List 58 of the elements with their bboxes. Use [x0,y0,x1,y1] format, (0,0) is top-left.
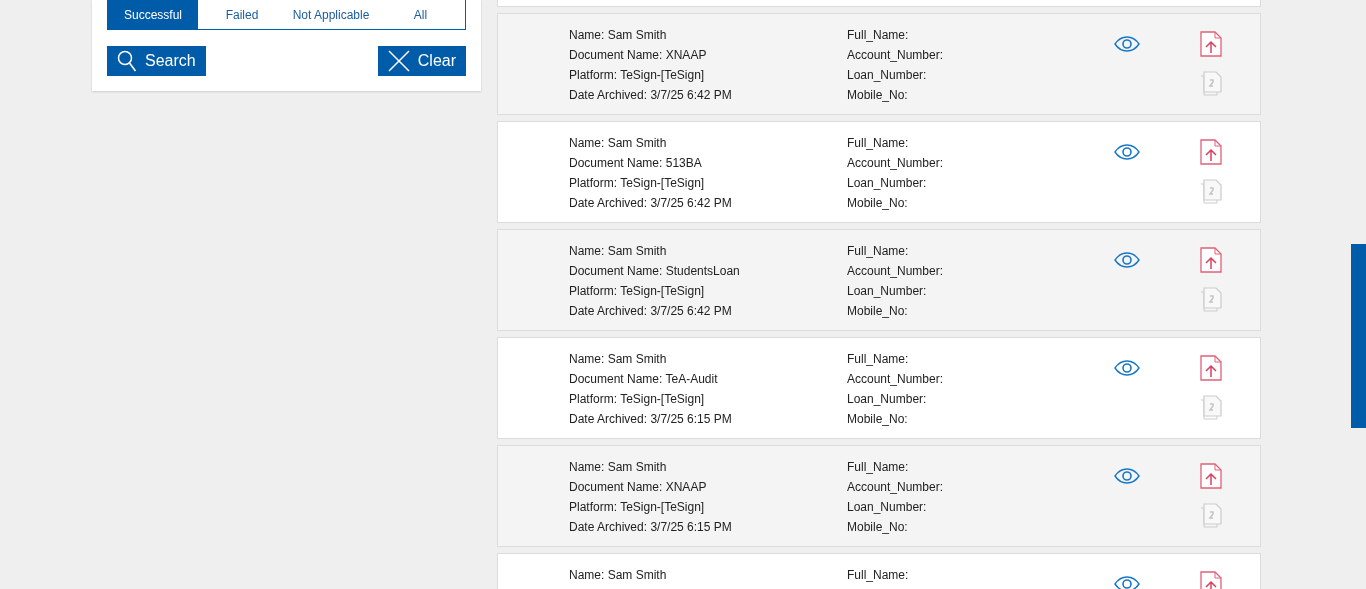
record-field: Full_Name: [847,133,1114,153]
search-icon [117,50,137,72]
view-icon[interactable] [1114,252,1140,268]
record-detail: Name: Sam Smith [569,27,668,44]
view-icon[interactable] [1114,360,1140,376]
view-icon[interactable] [1114,468,1140,484]
record-field: Mobile_No: [847,517,1114,537]
record-field: Full_Name: [847,349,1114,369]
record-detail: Platform: TeSign-[TeSign] [569,499,706,516]
record-field: Mobile_No: [847,301,1114,321]
clear-button[interactable]: Clear [377,46,466,76]
record-detail: Platform: TeSign-[TeSign] [569,391,706,408]
record-field: Loan_Number: [847,389,1114,409]
record-field: Full_Name: [847,241,1114,261]
view-icon[interactable] [1114,36,1140,52]
record-detail: Date Archived: 3/7/25 6:42 PM [569,303,733,320]
record-field: Full_Name: [847,565,1114,585]
record-field: Full_Name: [847,25,1114,45]
close-icon [387,50,410,72]
record-field: Account_Number: [847,369,1114,389]
record-detail: Date Archived: 3/7/25 6:15 PM [569,519,733,536]
record-field: Loan_Number: [847,281,1114,301]
record-field: Loan_Number: [847,497,1114,517]
search-button[interactable]: Search [107,46,206,76]
view-icon[interactable] [1114,144,1140,160]
record-field: Account_Number: [847,261,1114,281]
record-detail: Platform: TeSign-[TeSign] [569,67,706,84]
file-upload-icon[interactable] [1200,139,1222,165]
status-tab[interactable]: Successful [108,0,198,29]
file-upload-icon[interactable] [1200,463,1222,489]
file-upload-icon[interactable] [1200,31,1222,57]
record-detail: Document Name: TeA-Audit [569,371,719,388]
record-detail: Document Name: 513BA [569,155,703,172]
record-field: Mobile_No: [847,85,1114,105]
record-detail: Document Name: StudentsLoan [569,263,741,280]
record-detail: Name: Sam Smith [569,135,668,152]
record-detail: Name: Sam Smith [569,567,668,584]
record-detail: Document Name: XNAAP [569,479,708,496]
record-field: Mobile_No: [847,409,1114,429]
record-detail: Platform: TeSign-[TeSign] [569,175,706,192]
record-field: Account_Number: [847,477,1114,497]
record-field: Account_Number: [847,45,1114,65]
record-field: Loan_Number: [847,173,1114,193]
record-field: Loan_Number: [847,65,1114,85]
record-field: Mobile_No: [847,193,1114,213]
file-upload-icon[interactable] [1200,247,1222,273]
record-detail: Date Archived: 3/7/25 6:15 PM [569,411,733,428]
record-detail: Date Archived: 3/7/25 6:42 PM [569,195,733,212]
record-detail: Name: Sam Smith [569,351,668,368]
record-field: Account_Number: [847,153,1114,173]
record-detail: Document Name: XNAAP [569,47,708,64]
record-detail: Name: Sam Smith [569,243,668,260]
record-detail: Date Archived: 3/7/25 6:42 PM [569,87,733,104]
record-field: Full_Name: [847,457,1114,477]
view-icon[interactable] [1114,576,1140,589]
record-detail: Name: Sam Smith [569,459,668,476]
file-upload-icon[interactable] [1200,355,1222,381]
record-detail: Platform: TeSign-[TeSign] [569,283,706,300]
